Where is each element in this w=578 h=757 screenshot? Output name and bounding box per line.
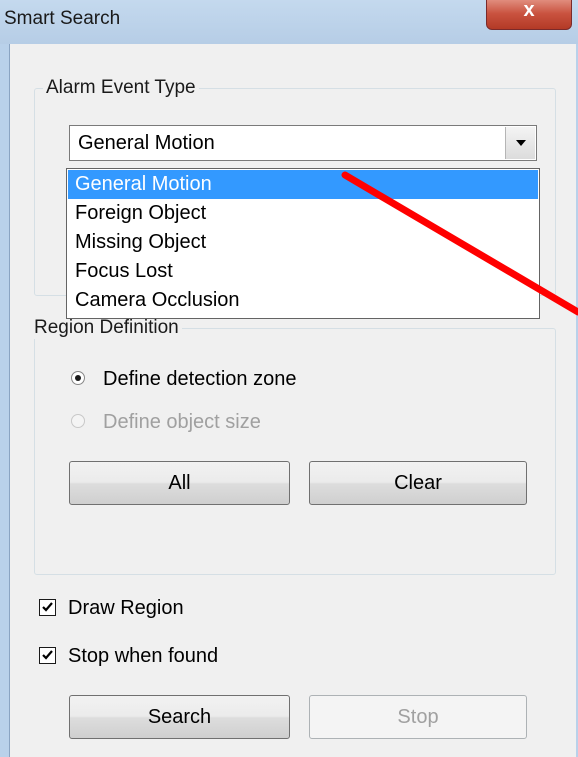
annotation-arrow-icon bbox=[341, 171, 578, 316]
smart-search-window: Smart Search x Alarm Event Type General … bbox=[0, 0, 578, 757]
